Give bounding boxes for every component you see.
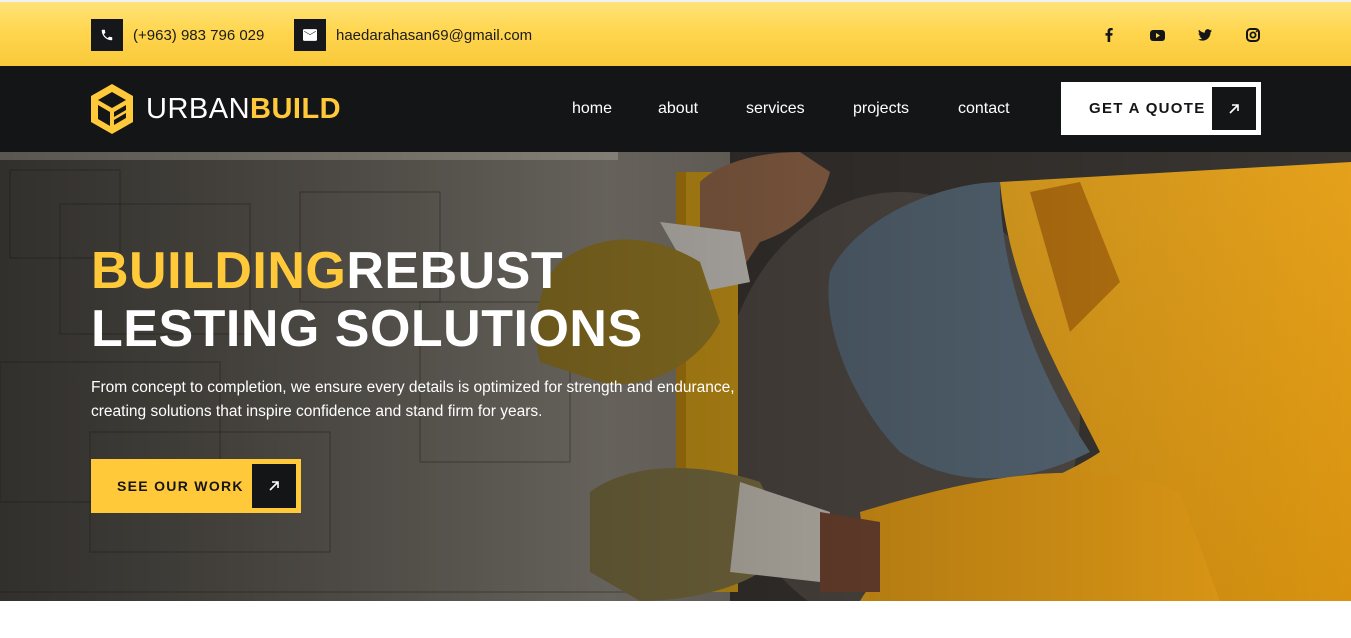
twitter-icon[interactable]: [1197, 27, 1213, 43]
arrow-up-right-icon: [1212, 87, 1256, 130]
instagram-icon[interactable]: [1245, 27, 1261, 43]
nav-item-projects[interactable]: projects: [853, 100, 909, 118]
cube-logo-icon: [91, 84, 133, 134]
hero-title-line2: LESTING SOLUTIONS: [91, 300, 643, 358]
phone-icon: [91, 19, 123, 51]
mail-icon: [294, 19, 326, 51]
hero-description: From concept to completion, we ensure ev…: [91, 376, 771, 424]
hero-description-line1: From concept to completion, we ensure ev…: [91, 379, 735, 396]
brand-logo[interactable]: URBANBUILD: [90, 82, 341, 136]
hero-title-rest: REBUST: [346, 242, 564, 300]
brand-name: URBANBUILD: [146, 93, 341, 126]
top-contact-bar: (+963) 983 796 029 haedarahasan69@gmail.…: [0, 0, 1351, 66]
see-our-work-label: SEE OUR WORK: [117, 478, 244, 494]
phone-number: (+963) 983 796 029: [133, 26, 265, 44]
nav-item-services[interactable]: services: [746, 100, 805, 118]
main-navbar: URBANBUILD home about services projects …: [0, 66, 1351, 152]
hero-title-line1: BUILDINGREBUST: [91, 242, 643, 300]
brand-name-part2: BUILD: [250, 92, 342, 125]
hero-title: BUILDINGREBUST LESTING SOLUTIONS: [91, 242, 643, 358]
youtube-icon[interactable]: [1149, 27, 1165, 43]
get-a-quote-button[interactable]: GET A QUOTE: [1061, 82, 1261, 135]
email-contact[interactable]: haedarahasan69@gmail.com: [294, 19, 532, 51]
hero-title-highlight: BUILDING: [91, 242, 347, 300]
hero-section: BUILDINGREBUST LESTING SOLUTIONS From co…: [0, 152, 1351, 601]
nav-item-about[interactable]: about: [658, 100, 698, 118]
phone-contact[interactable]: (+963) 983 796 029: [91, 19, 264, 51]
hero-description-line2: creating solutions that inspire confiden…: [91, 403, 543, 420]
see-our-work-button[interactable]: SEE OUR WORK: [91, 459, 301, 513]
nav-item-home[interactable]: home: [572, 100, 612, 118]
email-address: haedarahasan69@gmail.com: [336, 26, 533, 44]
brand-name-part1: URBAN: [146, 92, 251, 125]
nav-item-contact[interactable]: contact: [958, 100, 1010, 118]
facebook-icon[interactable]: [1101, 27, 1117, 43]
get-a-quote-label: GET A QUOTE: [1089, 100, 1206, 117]
arrow-up-right-icon: [252, 464, 296, 508]
